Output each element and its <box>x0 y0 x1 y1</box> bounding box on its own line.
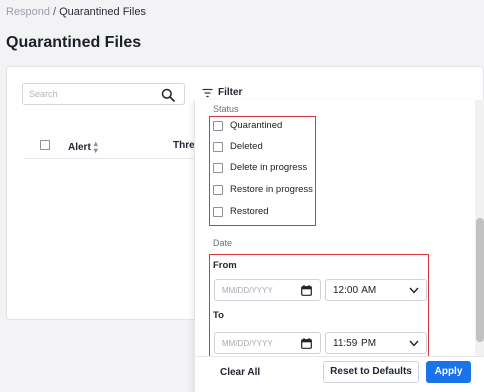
search-icon[interactable] <box>161 88 175 102</box>
checkbox[interactable] <box>213 162 223 173</box>
reset-to-defaults-button[interactable]: Reset to Defaults <box>323 361 419 383</box>
from-label: From <box>213 260 237 271</box>
sort-icon[interactable]: ▴ ▾ <box>94 140 98 155</box>
to-time-value: 11:59 PM <box>333 338 377 349</box>
scrollbar-thumb[interactable] <box>476 218 484 342</box>
calendar-icon[interactable] <box>301 338 312 349</box>
breadcrumb-separator: / <box>53 6 57 18</box>
search-box[interactable] <box>22 83 185 105</box>
filter-button[interactable]: Filter <box>202 87 242 98</box>
to-date-placeholder: MM/DD/YYYY <box>222 339 273 348</box>
search-input[interactable] <box>29 89 149 99</box>
checkbox[interactable] <box>213 141 223 152</box>
from-time-select[interactable]: 12:00 AM <box>325 279 427 301</box>
checkbox[interactable] <box>213 206 223 217</box>
status-option-deleted[interactable]: Deleted <box>213 141 263 152</box>
status-option-label: Deleted <box>230 141 263 152</box>
to-date-input[interactable]: MM/DD/YYYY <box>214 332 321 354</box>
column-header-threat[interactable]: Threa <box>173 140 195 151</box>
checkbox[interactable] <box>213 120 223 131</box>
status-option-label: Delete in progress <box>230 162 308 173</box>
status-option-restored[interactable]: Restored <box>213 206 269 217</box>
status-option-restore-in-progress[interactable]: Restore in progress <box>213 184 313 195</box>
date-section-label: Date <box>213 238 233 248</box>
filter-panel-footer: Clear All Reset to Defaults Apply <box>195 356 484 392</box>
from-date-placeholder: MM/DD/YYYY <box>222 286 273 295</box>
status-option-label: Restored <box>230 206 269 217</box>
column-header-alert-label: Alert <box>68 141 91 153</box>
select-all-checkbox[interactable] <box>40 140 50 150</box>
status-section-label: Status <box>213 104 239 114</box>
status-option-delete-in-progress[interactable]: Delete in progress <box>213 162 307 173</box>
table-header-divider <box>24 158 194 159</box>
clear-all-button[interactable]: Clear All <box>220 367 260 378</box>
status-option-label: Restore in progress <box>230 184 313 195</box>
page-title: Quarantined Files <box>6 34 142 51</box>
breadcrumb-link-respond[interactable]: Respond <box>6 6 50 18</box>
chevron-down-icon[interactable] <box>409 287 419 294</box>
calendar-icon[interactable] <box>301 285 312 296</box>
apply-button[interactable]: Apply <box>426 361 471 383</box>
status-option-quarantined[interactable]: Quarantined <box>213 120 282 131</box>
checkbox[interactable] <box>213 184 223 195</box>
to-time-select[interactable]: 11:59 PM <box>325 332 427 354</box>
column-header-alert[interactable]: Alert ▴ ▾ <box>68 140 98 155</box>
filter-panel: Status Quarantined Deleted Delete in pro… <box>194 100 484 392</box>
chevron-down-icon[interactable] <box>409 340 419 347</box>
from-time-value: 12:00 AM <box>333 285 377 296</box>
status-option-label: Quarantined <box>230 120 283 131</box>
filter-icon <box>202 88 213 97</box>
to-label: To <box>213 310 224 321</box>
breadcrumb: Respond / Quarantined Files <box>6 6 146 18</box>
breadcrumb-current: Quarantined Files <box>59 6 146 18</box>
filter-label: Filter <box>218 87 243 98</box>
from-date-input[interactable]: MM/DD/YYYY <box>214 279 321 301</box>
